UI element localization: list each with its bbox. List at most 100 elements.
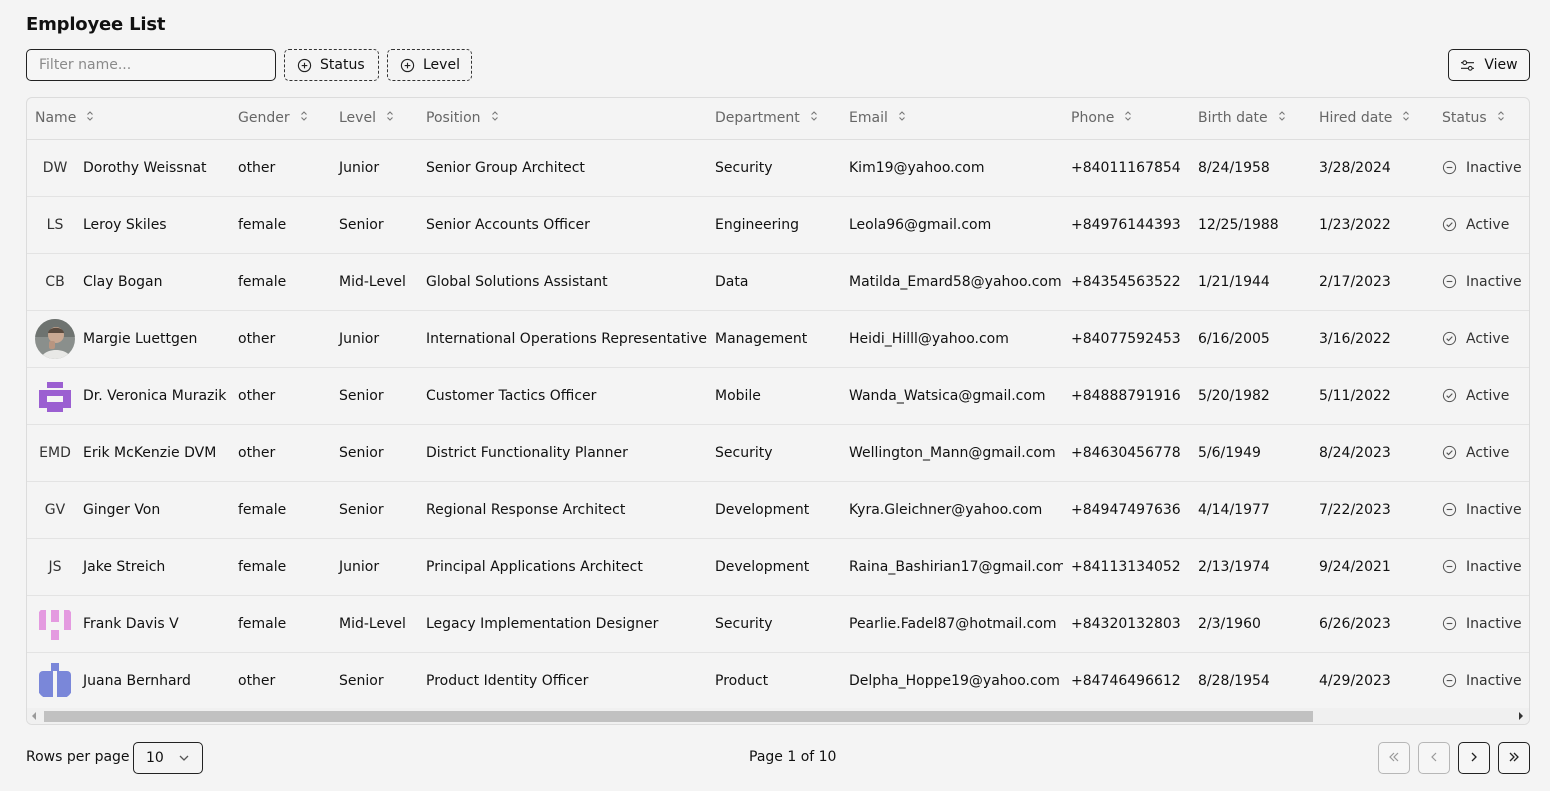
sort-icon (1278, 110, 1286, 126)
cell-department: Security (707, 424, 841, 482)
table-row[interactable]: GV Ginger Von female Senior Regional Respons… (27, 481, 1529, 539)
chevrons-left-icon (1387, 749, 1401, 767)
cell-birth: 8/28/1954 (1198, 672, 1270, 689)
level-filter-button[interactable]: Level (387, 49, 472, 81)
cell-position: Regional Response Architect (418, 481, 707, 539)
column-header-hired[interactable]: Hired date (1311, 98, 1434, 140)
table-row[interactable]: Margie Luettgen other Junior International … (27, 310, 1529, 368)
status-badge: Inactive (1442, 160, 1529, 176)
cell-email: Matilda_Emard58@yahoo.com (841, 253, 1063, 311)
cell-position: International Operations Representative (418, 310, 707, 368)
cell-phone: +84746496612 (1071, 672, 1181, 689)
employee-name: Juana Bernhard (83, 672, 191, 689)
cell-status: Inactive (1434, 481, 1529, 539)
name-cell: LS Leroy Skiles (35, 205, 230, 245)
column-header-level[interactable]: Level (331, 98, 418, 140)
column-header-status[interactable]: Status (1434, 98, 1529, 140)
name-cell: CB Clay Bogan (35, 262, 230, 302)
cell-level: Senior (331, 424, 418, 482)
cell-name: Margie Luettgen (27, 310, 230, 368)
table-row[interactable]: CB Clay Bogan female Mid-Level Global Soluti… (27, 253, 1529, 311)
cell-hired: 1/23/2022 (1311, 196, 1434, 254)
minus-circle-icon (1442, 616, 1457, 631)
cell-gender: other (230, 424, 331, 482)
status-filter-button[interactable]: Status (284, 49, 379, 81)
filter-name-input[interactable] (26, 49, 276, 81)
cell-position: Principal Applications Architect (418, 538, 707, 596)
employee-name: Erik McKenzie DVM (83, 444, 217, 461)
cell-gender: female (230, 595, 331, 653)
previous-page-button[interactable] (1418, 742, 1450, 774)
name-cell: GV Ginger Von (35, 490, 230, 530)
table-row[interactable]: Dr. Veronica Murazik other Senior Customer … (27, 367, 1529, 425)
column-header-label: Hired date (1319, 110, 1393, 127)
column-header-position[interactable]: Position (418, 98, 707, 140)
minus-circle-icon (1442, 502, 1457, 517)
column-header-department[interactable]: Department (707, 98, 841, 140)
avatar: GV (44, 501, 66, 518)
first-page-button[interactable] (1378, 742, 1410, 774)
sort-icon (386, 110, 394, 126)
status-badge: Inactive (1442, 273, 1529, 290)
cell-gender: other (230, 310, 331, 368)
name-cell: Margie Luettgen (35, 318, 230, 359)
cell-email: Delpha_Hoppe19@yahoo.com (849, 672, 1060, 689)
sort-icon (1402, 110, 1410, 126)
status-badge: Inactive (1442, 616, 1529, 632)
table-row[interactable]: DW Dorothy Weissnat other Junior Senior Grou… (27, 139, 1529, 197)
cell-birth: 4/14/1977 (1190, 481, 1311, 539)
column-header-email[interactable]: Email (841, 98, 1063, 140)
column-header-gender[interactable]: Gender (230, 98, 331, 140)
toolbar: Status Level View (26, 49, 1530, 81)
cell-department: Mobile (707, 367, 841, 425)
table-row[interactable]: Juana Bernhard other Senior Product Identit… (27, 652, 1529, 709)
status-label: Inactive (1466, 273, 1522, 290)
table-row[interactable]: EMD Erik McKenzie DVM other Senior District … (27, 424, 1529, 482)
column-header-inner: Department (715, 110, 818, 126)
scroll-right-icon[interactable] (1519, 712, 1523, 720)
cell-gender: other (230, 139, 331, 197)
chevron-right-icon (1469, 749, 1479, 767)
cell-phone: +84320132803 (1063, 595, 1190, 653)
status-badge: Active (1442, 388, 1529, 404)
sort-icon (1124, 110, 1132, 126)
scroll-left-icon[interactable] (32, 712, 36, 720)
cell-email: Wanda_Watsica@gmail.com (841, 367, 1063, 425)
minus-circle-icon (1442, 673, 1457, 688)
table-row[interactable]: Frank Davis V female Mid-Level Legacy Imple… (27, 595, 1529, 653)
column-header-birth[interactable]: Birth date (1190, 98, 1311, 140)
last-page-button[interactable] (1498, 742, 1530, 774)
cell-position: Global Solutions Assistant (418, 253, 707, 311)
plus-circle-icon (297, 58, 312, 73)
status-badge: Active (1442, 331, 1529, 347)
employee-name: Frank Davis V (83, 615, 179, 632)
table-row[interactable]: LS Leroy Skiles female Senior Senior Account… (27, 196, 1529, 254)
cell-hired: 8/24/2023 (1311, 424, 1434, 482)
cell-department: Security (707, 139, 841, 197)
column-header-phone[interactable]: Phone (1063, 98, 1190, 140)
column-header-label: Status (1442, 110, 1487, 127)
horizontal-scrollbar[interactable] (27, 708, 1529, 724)
column-header-label: Level (339, 110, 376, 127)
scrollbar-thumb[interactable] (44, 711, 1313, 722)
cell-birth: 2/3/1960 (1190, 595, 1311, 653)
cell-status: Inactive (1434, 652, 1529, 709)
status-label: Inactive (1466, 672, 1522, 689)
cell-gender: female (230, 481, 331, 539)
cell-birth: 12/25/1988 (1190, 196, 1311, 254)
column-header-name[interactable]: Name (27, 98, 230, 140)
cell-status: Active (1434, 310, 1529, 368)
page-title: Employee List (26, 14, 166, 35)
table-row[interactable]: JS Jake Streich female Junior Principal Appl… (27, 538, 1529, 596)
rows-per-page-select[interactable]: 10 (133, 742, 203, 774)
view-options-button[interactable]: View (1448, 49, 1530, 81)
column-header-label: Name (35, 110, 77, 127)
next-page-button[interactable] (1458, 742, 1490, 774)
column-header-label: Birth date (1198, 110, 1268, 127)
cell-birth: 1/21/1944 (1190, 253, 1311, 311)
cell-level: Senior (331, 481, 418, 539)
cell-email: Wellington_Mann@gmail.com (841, 424, 1063, 482)
cell-level: Junior (331, 139, 418, 197)
cell-email: Kim19@yahoo.com (841, 139, 1063, 197)
sort-icon (300, 110, 308, 126)
